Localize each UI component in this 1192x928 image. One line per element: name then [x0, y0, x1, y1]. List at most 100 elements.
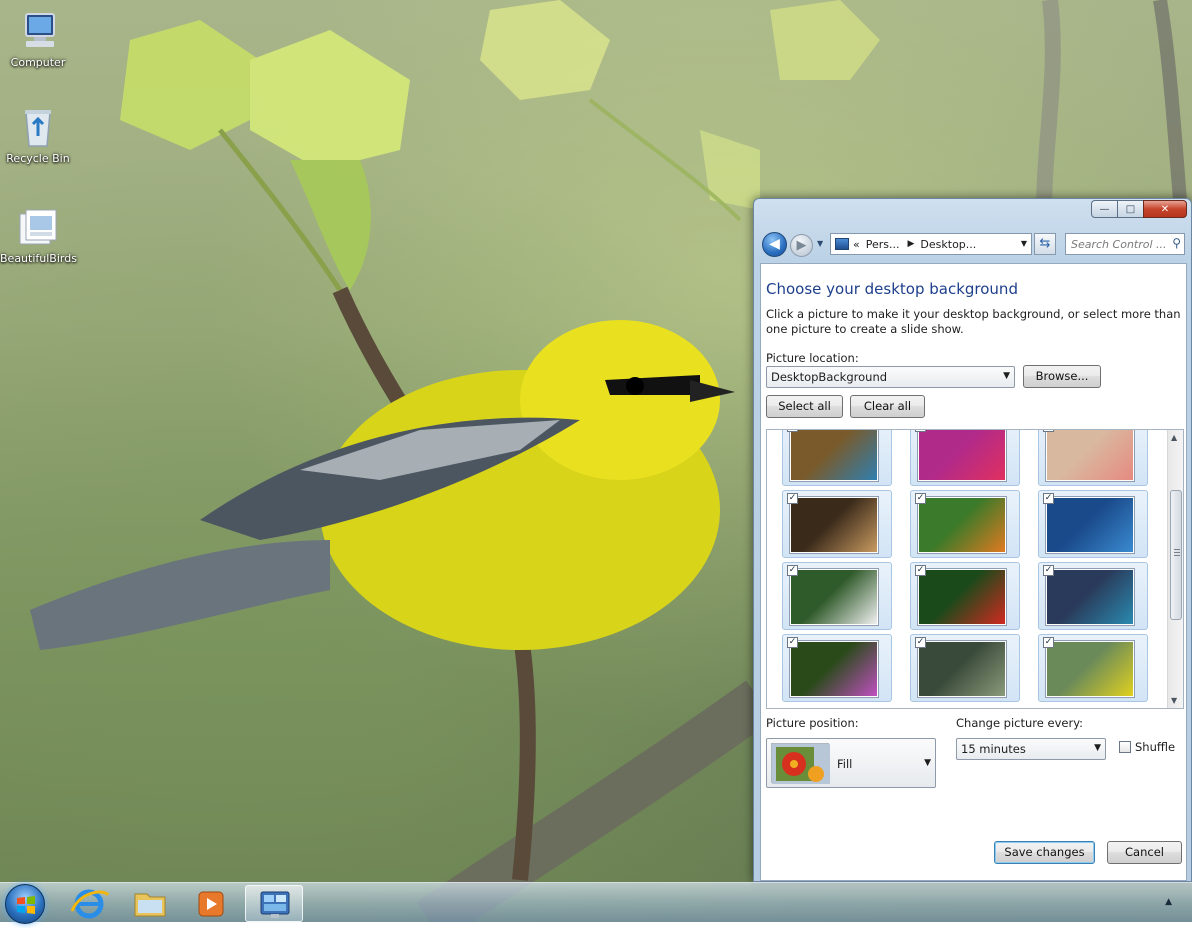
- address-bar[interactable]: « Pers... ▶ Desktop... ▼: [830, 233, 1032, 255]
- thumbnail-kingfisher[interactable]: ✓: [782, 430, 892, 486]
- taskbar: ▲: [0, 882, 1192, 924]
- picture-location-value: DesktopBackground: [771, 370, 888, 384]
- thumbnail-image: [918, 641, 1006, 697]
- thumbnail-image: [790, 569, 878, 625]
- change-interval-select[interactable]: 15 minutes ▼: [956, 738, 1106, 760]
- minimize-icon: —: [1099, 203, 1110, 215]
- clear-all-button[interactable]: Clear all: [850, 395, 925, 418]
- windows-logo-icon: [17, 896, 35, 914]
- control-panel-icon: [260, 891, 290, 918]
- arrow-left-icon: ◀: [769, 236, 780, 252]
- shuffle-option[interactable]: Shuffle: [1119, 740, 1175, 754]
- thumbnail-crowned-pigeon[interactable]: ✓: [1038, 490, 1148, 558]
- thumbnail-checkbox[interactable]: ✓: [1043, 493, 1054, 504]
- thumbnail-image: [790, 497, 878, 553]
- thumbnail-image: [790, 641, 878, 697]
- thumbnail-checkbox[interactable]: ✓: [1043, 565, 1054, 576]
- personalization-window[interactable]: — □ ✕ ◀ ▶ ▼ « Pers... ▶ Desktop... ▼ ⇆ S…: [753, 198, 1192, 882]
- thumbnail-hummingbird-pink[interactable]: ✓: [910, 430, 1020, 486]
- picture-position-value: Fill: [837, 757, 853, 771]
- cancel-button[interactable]: Cancel: [1107, 841, 1182, 864]
- desktop-icon-beautifulbirds[interactable]: BeautifulBirds: [0, 206, 77, 265]
- thumbnail-image: [918, 497, 1006, 553]
- shuffle-checkbox[interactable]: [1119, 741, 1131, 753]
- maximize-icon: □: [1125, 203, 1136, 215]
- thumbnail-hummingbird-flower[interactable]: ✓: [782, 634, 892, 702]
- picture-location-select[interactable]: DesktopBackground ▼: [766, 366, 1015, 388]
- picture-position-select[interactable]: Fill ▼: [766, 738, 936, 788]
- chevron-down-icon: ▼: [924, 758, 931, 768]
- thumbnail-checkbox[interactable]: ✓: [787, 637, 798, 648]
- change-interval-value: 15 minutes: [961, 742, 1026, 756]
- thumbnail-peacock-feathers[interactable]: ✓: [1038, 562, 1148, 630]
- address-overflow[interactable]: «: [853, 238, 860, 251]
- scroll-down-icon[interactable]: ▼: [1171, 696, 1177, 705]
- thumbnail-image: [1046, 641, 1134, 697]
- notification-area-chevron-icon[interactable]: ▲: [1165, 897, 1172, 907]
- shuffle-label: Shuffle: [1135, 740, 1176, 754]
- taskbar-control-panel[interactable]: [245, 885, 303, 922]
- thumbnail-swan-lake[interactable]: ✓: [782, 490, 892, 558]
- thumbnail-image: [918, 430, 1006, 481]
- thumbnail-flamingo[interactable]: ✓: [1038, 430, 1148, 486]
- search-icon[interactable]: ⚲: [1172, 236, 1181, 250]
- picture-gallery[interactable]: ✓ ✓ ✓ ✓ ✓ ✓ ✓ ✓ ✓ ✓ ✓ ✓ ▲ ▼: [766, 429, 1184, 709]
- save-changes-button[interactable]: Save changes: [994, 841, 1095, 864]
- start-button[interactable]: [5, 884, 45, 924]
- control-panel-icon: [835, 238, 849, 250]
- taskbar-internet-explorer[interactable]: [60, 885, 118, 922]
- maximize-button[interactable]: □: [1117, 200, 1144, 218]
- scroll-up-icon[interactable]: ▲: [1171, 433, 1177, 442]
- gallery-scrollbar[interactable]: ▲ ▼: [1167, 430, 1183, 708]
- computer-icon: [16, 10, 60, 54]
- thumbnail-checkbox[interactable]: ✓: [915, 430, 926, 432]
- desktop-icon-computer[interactable]: Computer: [0, 10, 76, 69]
- thumbnail-checkbox[interactable]: ✓: [787, 565, 798, 576]
- thumbnail-checkbox[interactable]: ✓: [915, 565, 926, 576]
- select-all-button[interactable]: Select all: [766, 395, 843, 418]
- thumbnail-yellow-bird[interactable]: ✓: [1038, 634, 1148, 702]
- refresh-button[interactable]: ⇆: [1034, 233, 1056, 255]
- navigation-bar: ◀ ▶ ▼ « Pers... ▶ Desktop... ▼ ⇆ Search …: [762, 231, 1185, 257]
- caption-buttons: — □ ✕: [1091, 200, 1187, 218]
- thumbnail-image: [1046, 430, 1134, 481]
- thumbnail-swans-green[interactable]: ✓: [782, 562, 892, 630]
- chevron-down-icon: ▼: [817, 239, 824, 248]
- back-button[interactable]: ◀: [762, 232, 787, 257]
- thumbnail-checkbox[interactable]: ✓: [915, 493, 926, 504]
- picture-position-label: Picture position:: [766, 716, 859, 730]
- recycle-bin-icon: [16, 106, 60, 150]
- search-input[interactable]: Search Control ... ⚲: [1065, 233, 1185, 255]
- close-button[interactable]: ✕: [1143, 200, 1187, 218]
- thumbnail-checkbox[interactable]: ✓: [1043, 430, 1054, 432]
- recent-pages-dropdown[interactable]: ▼: [817, 239, 823, 248]
- breadcrumb-personalization[interactable]: Pers...: [866, 238, 900, 251]
- chevron-down-icon: ▼: [1003, 371, 1010, 381]
- internet-explorer-icon: [70, 889, 110, 919]
- picture-location-label: Picture location:: [766, 351, 859, 365]
- page-title: Choose your desktop background: [766, 280, 1018, 298]
- thumbnail-checkbox[interactable]: ✓: [1043, 637, 1054, 648]
- browse-button[interactable]: Browse...: [1023, 365, 1101, 388]
- desktop-icon-label: Recycle Bin: [6, 152, 70, 165]
- thumbnail-peacock[interactable]: ✓: [910, 634, 1020, 702]
- taskbar-media-player[interactable]: [182, 885, 240, 922]
- taskbar-windows-explorer[interactable]: [121, 885, 179, 922]
- thumbnail-checkbox[interactable]: ✓: [787, 493, 798, 504]
- thumbnail-checkbox[interactable]: ✓: [787, 430, 798, 432]
- close-icon: ✕: [1160, 203, 1170, 215]
- breadcrumb-desktop-background[interactable]: Desktop...: [920, 238, 976, 251]
- minimize-button[interactable]: —: [1091, 200, 1118, 218]
- folder-icon: [134, 893, 166, 917]
- thumbnail-checkbox[interactable]: ✓: [915, 637, 926, 648]
- thumbnail-image: [1046, 497, 1134, 553]
- position-preview-image: [771, 743, 830, 784]
- thumbnail-image: [918, 569, 1006, 625]
- forward-button[interactable]: ▶: [790, 234, 813, 257]
- thumbnail-macaw[interactable]: ✓: [910, 562, 1020, 630]
- media-player-icon: [198, 891, 224, 917]
- address-dropdown-icon[interactable]: ▼: [1021, 239, 1027, 248]
- thumbnail-lorikeet[interactable]: ✓: [910, 490, 1020, 558]
- scrollbar-thumb[interactable]: [1170, 490, 1182, 620]
- desktop-icon-recycle-bin[interactable]: Recycle Bin: [0, 106, 76, 165]
